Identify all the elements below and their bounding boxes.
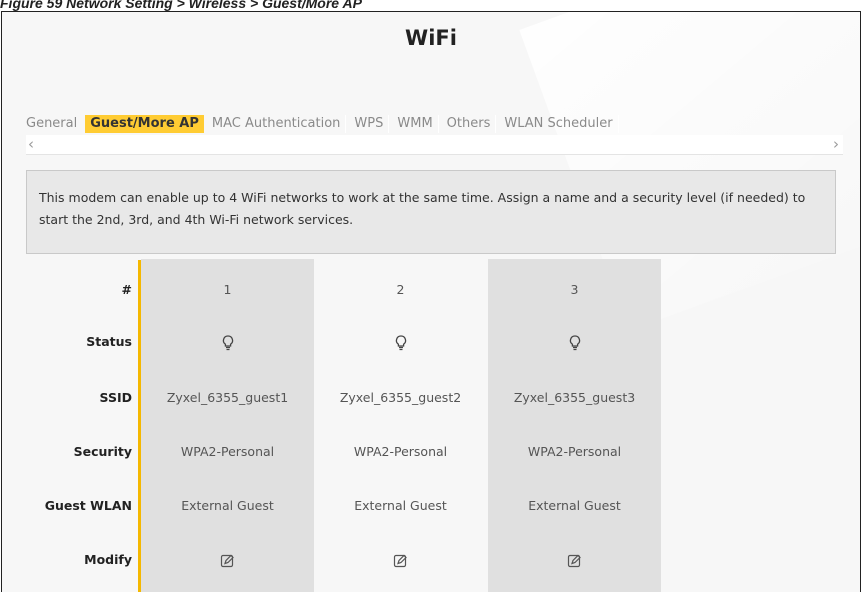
info-message: This modem can enable up to 4 WiFi netwo… <box>26 170 836 254</box>
bulb-icon <box>488 334 661 351</box>
ap-index: 1 <box>223 282 232 297</box>
tab-general[interactable]: General <box>26 115 82 133</box>
guest-ap-column-3: 3 Zyxel_6355_guest3 WPA2-Personal Extern… <box>488 259 661 592</box>
row-label-security: Security <box>73 444 132 459</box>
ap-security: WPA2-Personal <box>353 444 448 459</box>
ap-security: WPA2-Personal <box>180 444 275 459</box>
bulb-icon <box>141 334 314 351</box>
ap-guest-wlan: External Guest <box>181 498 274 513</box>
bulb-icon <box>314 334 487 351</box>
tab-wlan-scheduler[interactable]: WLAN Scheduler <box>499 115 619 133</box>
guest-ap-column-1: 1 Zyxel_6355_guest1 WPA2-Personal Extern… <box>141 259 314 592</box>
edit-icon[interactable] <box>141 552 314 568</box>
chevron-left-icon[interactable]: ‹ <box>28 135 34 154</box>
tab-bar: General Guest/More AP MAC Authentication… <box>26 115 622 133</box>
ap-guest-wlan: External Guest <box>528 498 621 513</box>
tab-others[interactable]: Others <box>442 115 497 133</box>
tab-wps[interactable]: WPS <box>349 115 390 133</box>
guest-ap-column-2: 2 Zyxel_6355_guest2 WPA2-Personal Extern… <box>314 259 487 592</box>
tab-guest-more-ap[interactable]: Guest/More AP <box>85 115 204 133</box>
edit-icon[interactable] <box>314 552 487 568</box>
row-label-modify: Modify <box>84 552 132 567</box>
row-label-status: Status <box>86 334 132 349</box>
row-label-index: # <box>121 282 132 297</box>
ap-ssid: Zyxel_6355_guest1 <box>166 390 289 405</box>
ap-security: WPA2-Personal <box>527 444 622 459</box>
tab-wmm[interactable]: WMM <box>392 115 439 133</box>
row-label-ssid: SSID <box>99 390 132 405</box>
page-title: WiFi <box>405 26 457 50</box>
ap-index: 2 <box>396 282 405 297</box>
edit-icon[interactable] <box>488 552 661 568</box>
wifi-page: WiFi General Guest/More AP MAC Authentic… <box>1 11 861 592</box>
tab-scrollbar[interactable]: ‹ › <box>26 135 843 155</box>
ap-ssid: Zyxel_6355_guest3 <box>513 390 636 405</box>
row-label-guest-wlan: Guest WLAN <box>44 498 132 513</box>
figure-caption: Figure 59 Network Setting > Wireless > G… <box>0 0 362 11</box>
ap-index: 3 <box>570 282 579 297</box>
ap-guest-wlan: External Guest <box>354 498 447 513</box>
chevron-right-icon[interactable]: › <box>833 135 839 154</box>
ap-ssid: Zyxel_6355_guest2 <box>339 390 462 405</box>
tab-mac-authentication[interactable]: MAC Authentication <box>207 115 347 133</box>
